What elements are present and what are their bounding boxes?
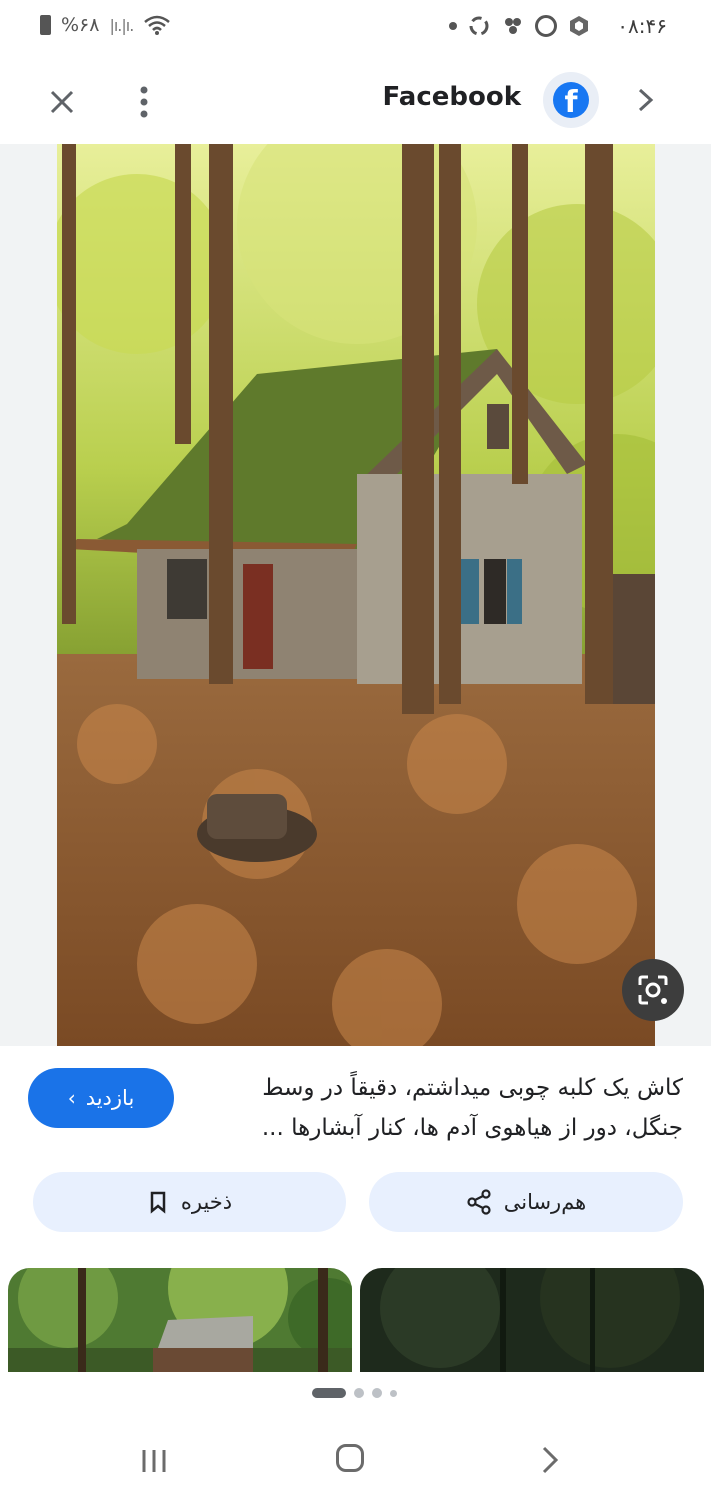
related-image-1[interactable] <box>8 1268 352 1372</box>
chevron-right-icon <box>638 88 654 112</box>
google-lens-icon <box>638 975 668 1005</box>
edge-icon <box>535 15 557 37</box>
related-dark-forest-thumbnail <box>360 1268 704 1372</box>
notification-dot-icon <box>449 22 457 30</box>
page-indicator <box>372 1388 382 1398</box>
chevron-left-icon: ‹ <box>67 1086 76 1110</box>
notification-icons <box>449 14 591 38</box>
forest-cabin-photo <box>57 144 655 1046</box>
status-bar: %۶۸ |ı.|ı. ۰۸:۴۶ <box>0 0 711 56</box>
back-button[interactable] <box>538 1444 562 1476</box>
share-button-label: هم‌رسانی <box>503 1190 587 1214</box>
app-notification-icon <box>505 18 521 34</box>
home-button[interactable] <box>336 1444 364 1472</box>
more-options-button[interactable] <box>126 80 162 124</box>
sync-icon <box>469 16 489 36</box>
status-left: %۶۸ |ı.|ı. <box>40 14 171 36</box>
page-indicator <box>390 1389 397 1397</box>
top-bar: Facebook f <box>0 56 711 144</box>
signal-icon: |ı.|ı. <box>109 15 134 35</box>
system-nav-bar <box>0 1420 711 1500</box>
recent-apps-icon <box>142 1450 166 1472</box>
main-image[interactable] <box>57 144 655 1046</box>
related-image-2[interactable] <box>360 1268 704 1372</box>
battery-level: %۶۸ <box>61 14 100 36</box>
back-chevron-icon <box>542 1446 559 1474</box>
close-button[interactable] <box>40 80 84 124</box>
bookmark-icon <box>150 1191 166 1214</box>
share-button[interactable]: هم‌رسانی <box>369 1172 683 1232</box>
recent-apps-button[interactable] <box>140 1448 168 1474</box>
save-button-label: ذخیره <box>180 1190 233 1214</box>
facebook-logo-icon: f <box>553 82 589 118</box>
wifi-icon <box>144 15 171 35</box>
battery-icon <box>40 15 51 35</box>
visit-button[interactable]: ‹ بازدید <box>28 1068 174 1128</box>
image-viewer <box>0 144 711 1046</box>
more-vert-icon <box>140 86 148 118</box>
close-icon <box>50 90 74 114</box>
visit-button-label: بازدید <box>85 1086 135 1110</box>
page-indicator <box>354 1388 364 1398</box>
related-cabin-thumbnail <box>8 1268 352 1372</box>
image-caption: کاش یک کلبه چوبی میداشتم، دقیقاً در وسط … <box>261 1075 683 1141</box>
source-site-icon[interactable]: f <box>543 72 599 128</box>
pagination-dots <box>312 1388 397 1398</box>
lens-search-button[interactable] <box>622 959 684 1021</box>
page-indicator-active <box>312 1388 346 1398</box>
source-site-name[interactable]: Facebook <box>383 82 521 112</box>
share-icon <box>467 1189 491 1215</box>
save-button[interactable]: ذخیره <box>33 1172 346 1232</box>
hexagon-icon <box>570 16 588 36</box>
clock: ۰۸:۴۶ <box>617 14 667 38</box>
next-result-button[interactable] <box>631 82 661 118</box>
